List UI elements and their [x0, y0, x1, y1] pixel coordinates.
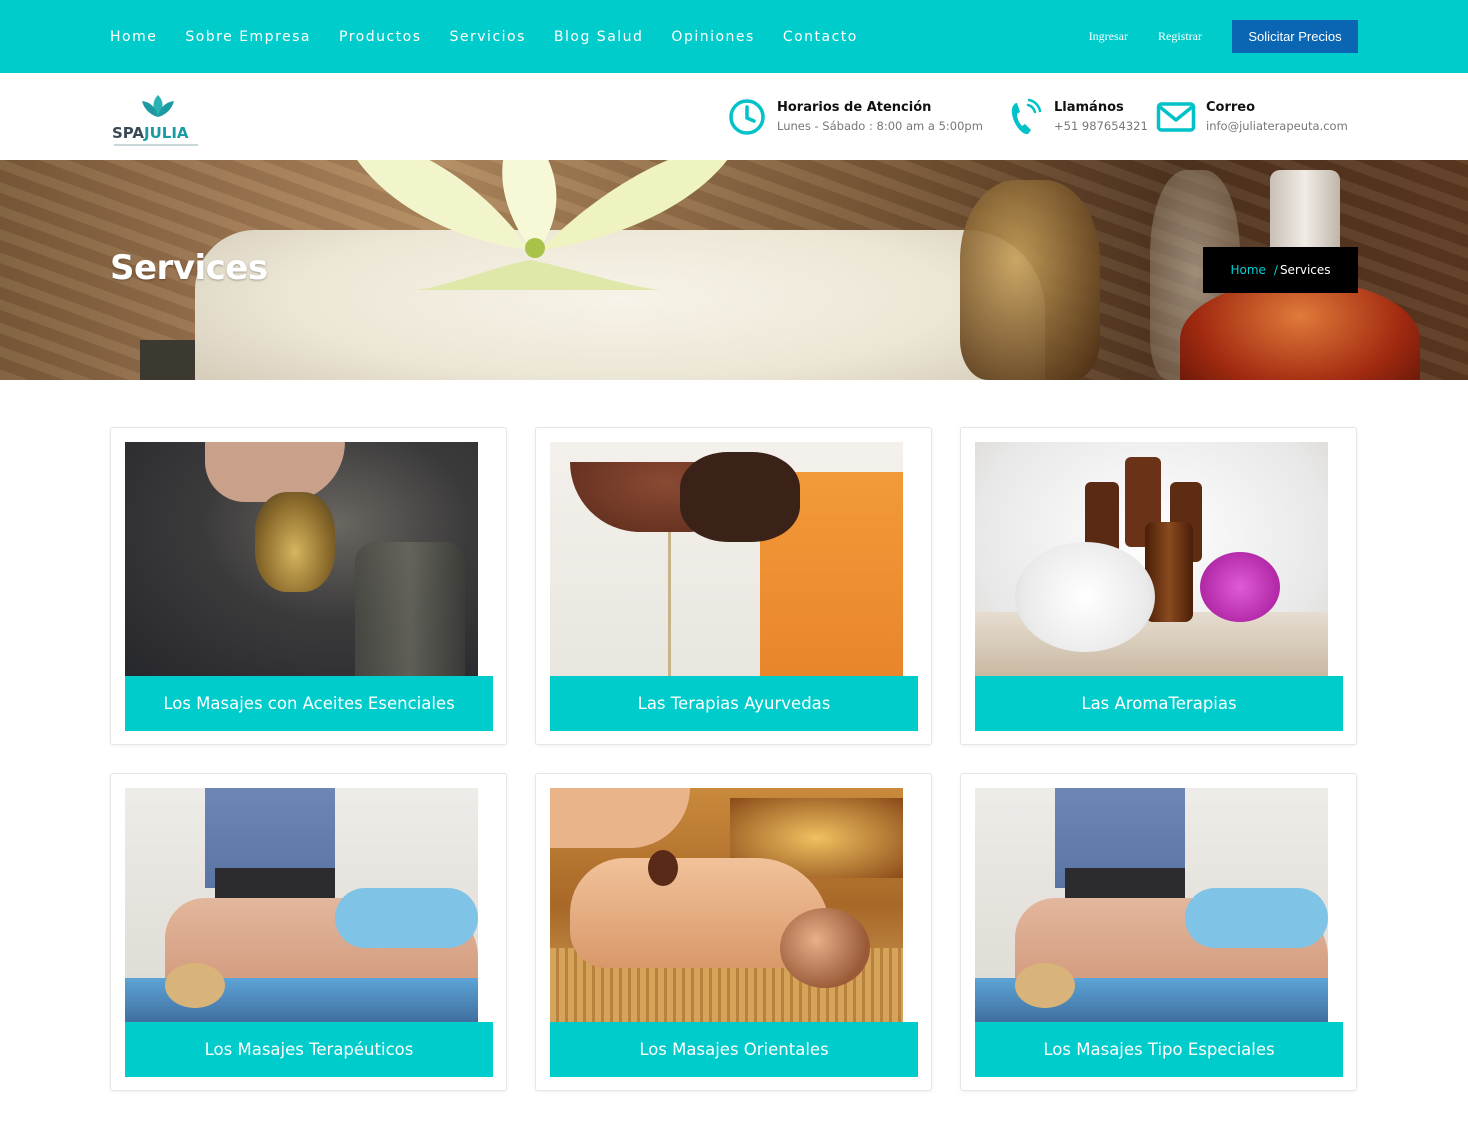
- main-nav: Home Sobre Empresa Productos Servicios B…: [110, 0, 886, 73]
- info-hours: Horarios de Atención Lunes - Sábado : 8:…: [727, 73, 983, 160]
- service-card[interactable]: Las AromaTerapias: [960, 427, 1357, 745]
- purple-flowers: [1200, 552, 1280, 622]
- nav-opiniones[interactable]: Opiniones: [671, 29, 754, 45]
- logo-julia: JULIA: [144, 124, 189, 142]
- blue-towel: [335, 888, 478, 948]
- logo-tagline-decoration: [114, 144, 198, 146]
- hand-shape: [205, 442, 345, 502]
- auth-links: Ingresar Registrar Solicitar Precios: [1089, 20, 1358, 53]
- nav-contacto[interactable]: Contacto: [783, 29, 858, 45]
- breadcrumb-separator: /: [1273, 263, 1278, 277]
- hours-detail: Lunes - Sábado : 8:00 am a 5:00pm: [777, 119, 983, 133]
- email-title: Correo: [1206, 100, 1256, 115]
- service-card[interactable]: Las Terapias Ayurvedas: [535, 427, 932, 745]
- bottle-decoration-1: [960, 180, 1100, 380]
- back-massage-photo[interactable]: [975, 788, 1328, 1022]
- phone-detail: +51 987654321: [1054, 119, 1148, 133]
- oil-pouring-photo[interactable]: [125, 442, 478, 676]
- nav-servicios[interactable]: Servicios: [450, 29, 526, 45]
- service-card[interactable]: Los Masajes Tipo Especiales: [960, 773, 1357, 1091]
- service-label[interactable]: Las AromaTerapias: [975, 676, 1343, 731]
- top-navbar: Home Sobre Empresa Productos Servicios B…: [0, 0, 1468, 73]
- site-logo[interactable]: SPAJULIA: [112, 93, 202, 148]
- info-email[interactable]: Correo info@juliaterapeuta.com: [1156, 73, 1348, 160]
- nav-blog-salud[interactable]: Blog Salud: [554, 29, 644, 45]
- envelope-icon: [1156, 101, 1196, 132]
- service-label[interactable]: Los Masajes con Aceites Esenciales: [125, 676, 493, 731]
- white-carnations: [1015, 542, 1155, 652]
- page-hero-banner: Services Home / Services: [0, 160, 1468, 380]
- nav-home[interactable]: Home: [110, 29, 157, 45]
- logo-text: SPAJULIA: [112, 124, 189, 142]
- info-bar: SPAJULIA Horarios de Atención Lunes - Sá…: [0, 73, 1468, 160]
- breadcrumb: Home / Services: [1203, 247, 1358, 293]
- service-card[interactable]: Los Masajes Orientales: [535, 773, 932, 1091]
- ayurveda-oil-bowl-photo[interactable]: [550, 442, 903, 676]
- breadcrumb-current: Services: [1279, 263, 1331, 277]
- phone-title: Llamános: [1054, 100, 1124, 115]
- client-head: [1015, 963, 1075, 1008]
- lily-flower-illustration: [357, 160, 728, 290]
- clock-icon: [729, 98, 765, 135]
- service-label[interactable]: Los Masajes Orientales: [550, 1022, 918, 1077]
- phone-icon: [1011, 98, 1042, 134]
- blue-towel: [1185, 888, 1328, 948]
- oil-stream: [668, 532, 671, 676]
- request-prices-button[interactable]: Solicitar Precios: [1232, 20, 1358, 53]
- email-detail: info@juliaterapeuta.com: [1206, 119, 1348, 133]
- oriental-massage-photo[interactable]: [550, 788, 903, 1022]
- background-bottles: [355, 542, 465, 676]
- service-card[interactable]: Los Masajes Terapéuticos: [110, 773, 507, 1091]
- therapist-arm: [550, 788, 690, 848]
- register-link[interactable]: Registrar: [1158, 29, 1202, 44]
- logo-spa: SPA: [112, 124, 145, 142]
- essential-oil-bottles-flowers-photo[interactable]: [975, 442, 1328, 676]
- client-head: [780, 908, 870, 988]
- service-label[interactable]: Las Terapias Ayurvedas: [550, 676, 918, 731]
- back-massage-photo[interactable]: [125, 788, 478, 1022]
- service-label[interactable]: Los Masajes Terapéuticos: [125, 1022, 493, 1077]
- lotus-icon: [142, 95, 174, 117]
- client-head: [165, 963, 225, 1008]
- login-link[interactable]: Ingresar: [1089, 29, 1128, 44]
- hands-shape: [680, 452, 800, 542]
- oil-bottle-shape: [255, 492, 335, 592]
- bracelet: [648, 850, 678, 886]
- page-title: Services: [110, 248, 268, 288]
- nav-productos[interactable]: Productos: [339, 29, 422, 45]
- info-phone[interactable]: Llamános +51 987654321: [1008, 73, 1148, 160]
- breadcrumb-home[interactable]: Home: [1230, 263, 1265, 277]
- nav-sobre-empresa[interactable]: Sobre Empresa: [185, 29, 311, 45]
- service-label[interactable]: Los Masajes Tipo Especiales: [975, 1022, 1343, 1077]
- service-card[interactable]: Los Masajes con Aceites Esenciales: [110, 427, 507, 745]
- hours-title: Horarios de Atención: [777, 100, 932, 115]
